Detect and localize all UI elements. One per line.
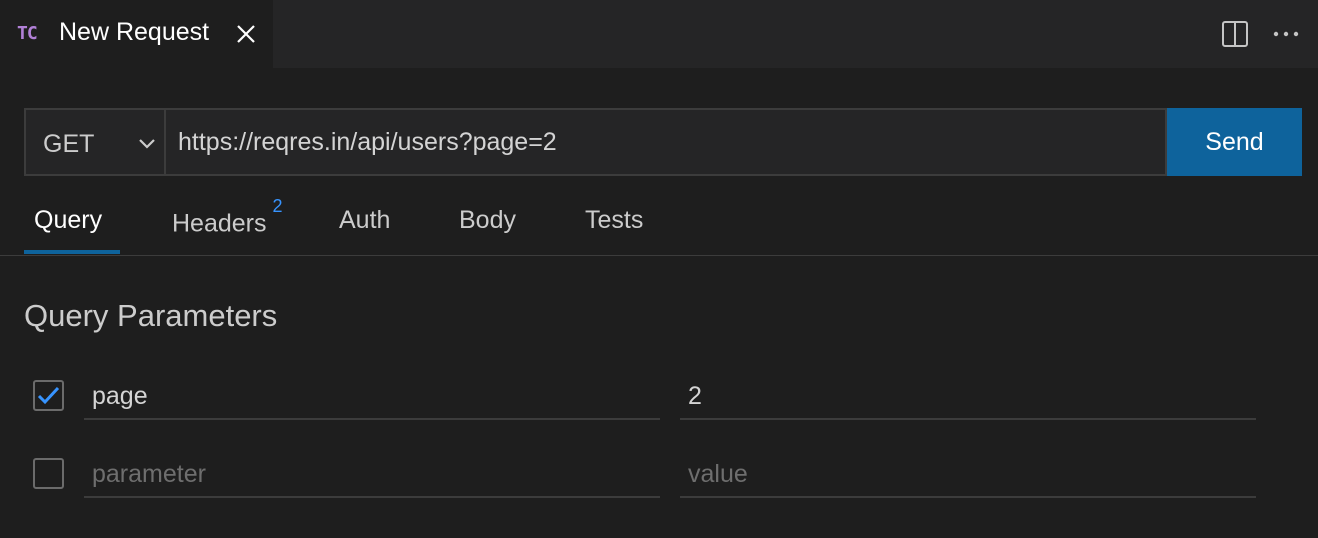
url-input[interactable] [166,108,1167,176]
checkmark-icon [37,386,60,405]
param-key-input[interactable] [84,374,660,420]
thunder-client-icon: TC [17,23,38,44]
send-button[interactable]: Send [1167,108,1302,176]
http-method-select[interactable]: GET [24,108,166,176]
editor-tab-bar: TC New Request [0,0,1318,68]
headers-count-badge: 2 [272,196,283,216]
tab-tests[interactable]: Tests [585,206,643,235]
param-value-input[interactable] [680,374,1256,420]
tab-auth[interactable]: Auth [339,206,390,235]
tab-query[interactable]: Query [34,206,102,235]
split-editor-icon[interactable] [1219,18,1251,50]
param-enabled-checkbox[interactable] [33,458,64,489]
query-parameters-title: Query Parameters [24,298,278,333]
active-tab-indicator [24,250,120,254]
tab-body[interactable]: Body [459,206,516,235]
param-value-input[interactable] [680,452,1256,498]
tab-headers-label: Headers [172,209,267,238]
param-key-input[interactable] [84,452,660,498]
request-tabs: Query Headers2 Auth Body Tests [0,190,1318,256]
more-actions-icon[interactable] [1268,18,1304,50]
chevron-down-icon [139,139,155,149]
close-icon[interactable] [232,20,260,48]
param-row [0,452,1318,504]
http-method-value: GET [43,130,95,158]
editor-tab-new-request[interactable]: TC New Request [0,0,273,68]
param-row [0,374,1318,426]
param-enabled-checkbox[interactable] [33,380,64,411]
tab-title: New Request [59,18,210,46]
tab-headers[interactable]: Headers2 [172,196,283,238]
